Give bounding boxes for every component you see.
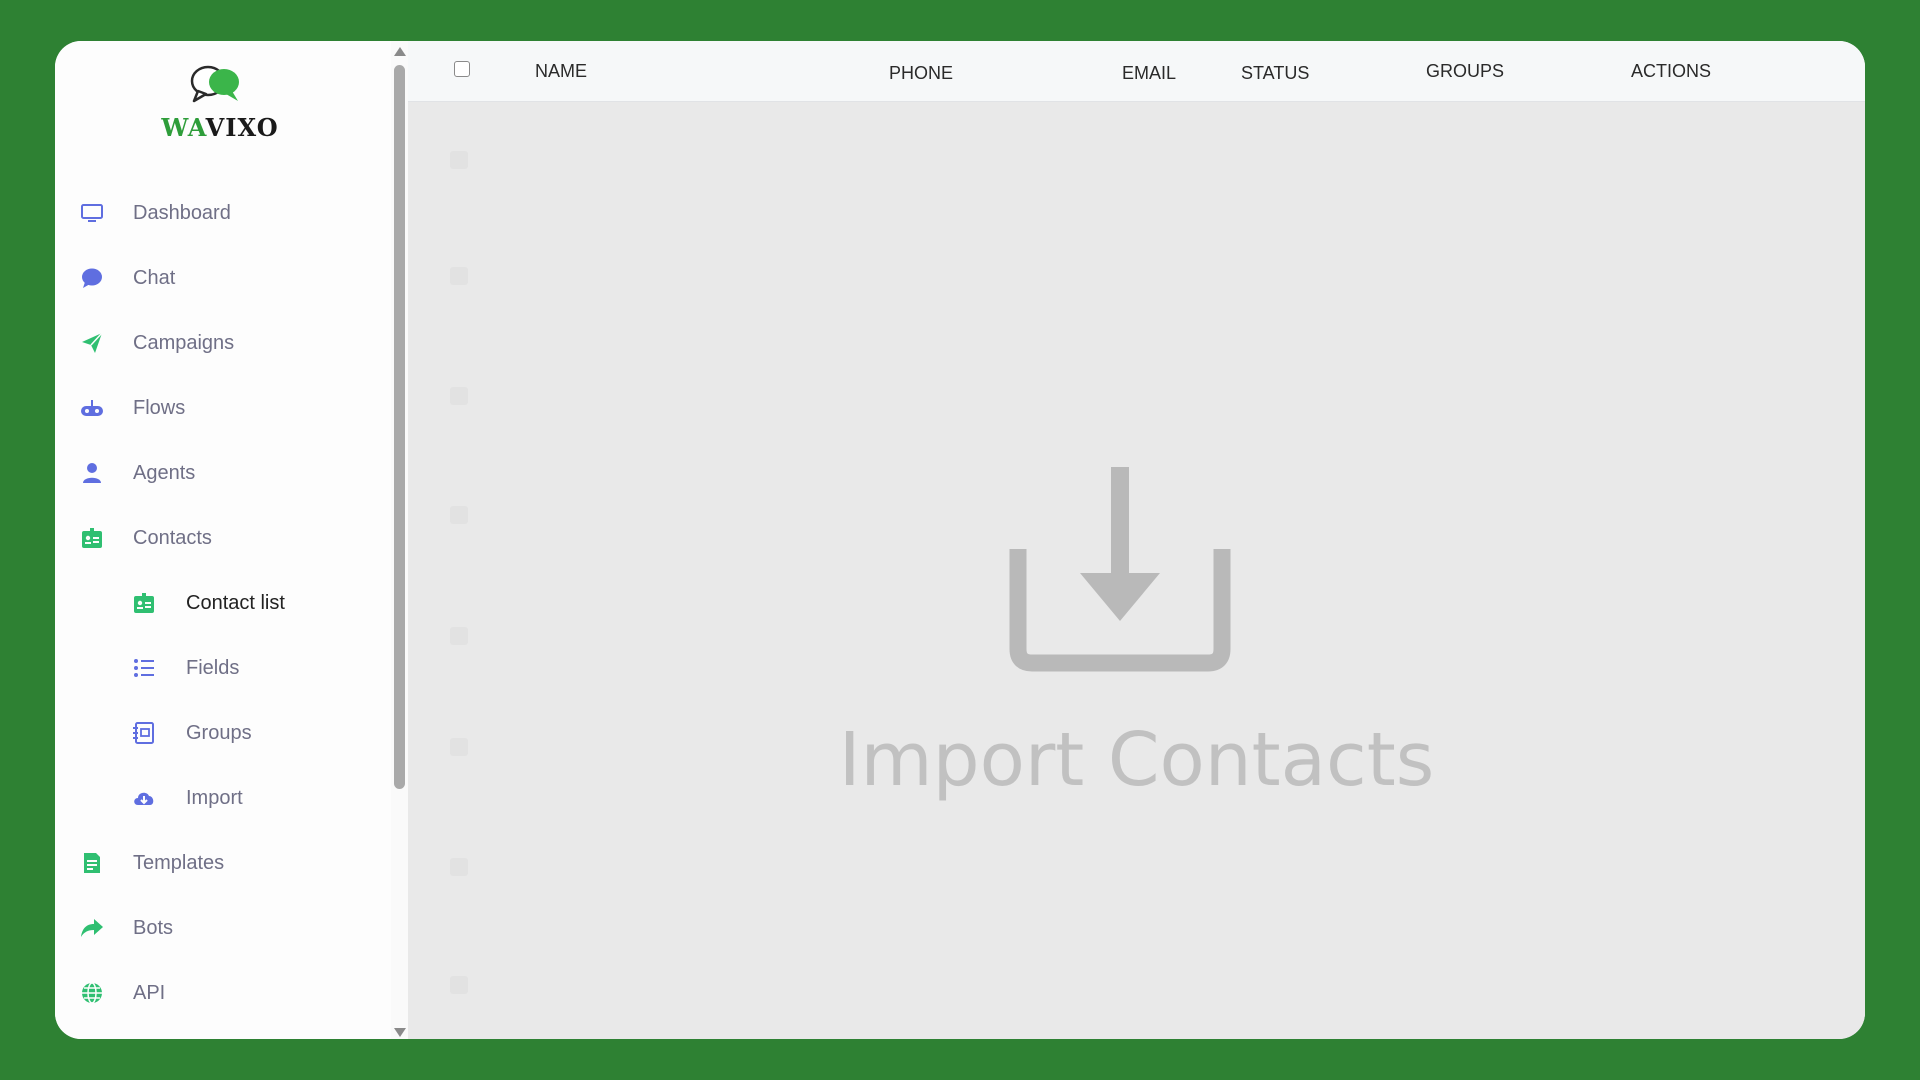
sidebar-item-label: Dashboard xyxy=(133,201,231,224)
contact-card-icon xyxy=(80,526,104,550)
sidebar-item-label: Flows xyxy=(133,396,186,419)
sidebar-item-bots[interactable]: Bots xyxy=(55,906,408,950)
sidebar-item-label: API xyxy=(133,981,166,1004)
share-arrow-icon xyxy=(80,916,104,940)
sidebar-item-agents[interactable]: Agents xyxy=(55,451,408,495)
contact-card-icon xyxy=(132,591,156,615)
chat-bubble-icon xyxy=(80,266,104,290)
app-window: WAVIXO Dashboard Chat Campaigns Flows Ag… xyxy=(55,41,1865,1039)
sidebar-item-api[interactable]: API xyxy=(55,971,408,1015)
logo[interactable]: WAVIXO xyxy=(160,61,280,142)
sidebar-item-label: Bots xyxy=(133,916,174,939)
cloud-upload-icon xyxy=(132,786,156,810)
scroll-down-arrow-icon[interactable] xyxy=(394,1028,406,1037)
sidebar-scrollbar[interactable] xyxy=(391,41,408,1039)
sidebar-item-label: Contacts xyxy=(133,526,212,549)
logo-chat-icon xyxy=(190,65,239,103)
user-icon xyxy=(80,461,104,485)
import-contacts-title: Import Contacts xyxy=(838,717,1435,803)
list-icon xyxy=(132,656,156,680)
sidebar-item-label: Fields xyxy=(186,656,240,679)
sidebar-item-dashboard[interactable]: Dashboard xyxy=(55,191,408,235)
sidebar-item-label: Templates xyxy=(133,851,225,874)
sidebar-item-groups[interactable]: Groups xyxy=(55,711,408,755)
sidebar-item-label: Contact list xyxy=(186,591,285,614)
logo-wordmark: WAVIXO xyxy=(161,113,279,142)
sidebar-item-label: Groups xyxy=(186,721,252,744)
sidebar-item-label: Chat xyxy=(133,266,176,289)
sidebar-item-templates[interactable]: Templates xyxy=(55,841,408,885)
sidebar-item-label: Import xyxy=(186,786,243,809)
monitor-icon xyxy=(80,201,104,225)
import-overlay[interactable]: Import Contacts xyxy=(408,41,1865,1039)
download-tray-icon xyxy=(1009,467,1231,672)
sidebar-item-label: Agents xyxy=(133,461,196,484)
gamepad-icon xyxy=(80,396,104,420)
sidebar-item-contact-list[interactable]: Contact list xyxy=(55,581,408,625)
sidebar-item-import[interactable]: Import xyxy=(55,776,408,820)
sidebar-item-flows[interactable]: Flows xyxy=(55,386,408,430)
globe-icon xyxy=(80,981,104,1005)
sidebar-item-fields[interactable]: Fields xyxy=(55,646,408,690)
scroll-up-arrow-icon[interactable] xyxy=(394,47,406,56)
scrollbar-thumb[interactable] xyxy=(394,65,405,789)
sidebar-item-chat[interactable]: Chat xyxy=(55,256,408,300)
document-icon xyxy=(80,851,104,875)
sidebar-item-campaigns[interactable]: Campaigns xyxy=(55,321,408,365)
main-content: NAME PHONE EMAIL STATUS GROUPS ACTIONS I… xyxy=(408,41,1865,1039)
address-book-icon xyxy=(132,721,156,745)
sidebar-item-contacts[interactable]: Contacts xyxy=(55,516,408,560)
paper-plane-icon xyxy=(80,331,104,355)
sidebar-item-label: Campaigns xyxy=(133,331,235,354)
sidebar: WAVIXO Dashboard Chat Campaigns Flows Ag… xyxy=(55,41,408,1039)
